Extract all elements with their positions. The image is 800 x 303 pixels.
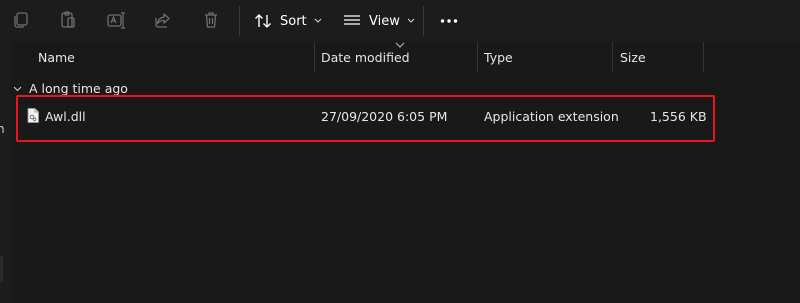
group-header[interactable]: A long time ago [13, 81, 128, 96]
file-size: 1,556 KB [650, 109, 707, 124]
share-icon[interactable] [153, 10, 173, 30]
nav-pane-text-fragment: n [0, 122, 5, 136]
column-header-size[interactable]: Size [620, 50, 646, 65]
nav-pane-scrollbar[interactable] [0, 256, 3, 282]
column-divider[interactable] [314, 42, 315, 72]
toolbar-divider [239, 6, 240, 36]
file-type: Application extension [484, 109, 619, 124]
more-options-button[interactable] [440, 8, 458, 34]
delete-icon[interactable] [201, 10, 221, 30]
navigation-pane-edge: n [0, 42, 11, 303]
column-header-date-modified[interactable]: Date modified [321, 50, 410, 65]
column-divider[interactable] [703, 42, 704, 72]
file-date-modified: 27/09/2020 6:05 PM [321, 109, 448, 124]
chevron-down-icon [407, 18, 415, 23]
view-label: View [369, 13, 400, 29]
sort-button[interactable]: Sort [254, 8, 322, 34]
column-divider[interactable] [477, 42, 478, 72]
rename-icon[interactable] [106, 10, 126, 30]
copy-icon[interactable] [11, 10, 31, 30]
toolbar-divider [423, 6, 424, 36]
chevron-down-icon [13, 86, 22, 91]
group-label: A long time ago [29, 81, 128, 96]
sort-direction-icon [395, 42, 405, 48]
view-list-icon [344, 15, 360, 25]
view-button[interactable]: View [343, 8, 415, 34]
column-header-row: Name Date modified Type Size [11, 42, 800, 72]
sort-icon [255, 14, 271, 28]
paste-icon[interactable] [58, 10, 78, 30]
column-header-name[interactable]: Name [38, 50, 75, 65]
dll-file-icon [27, 108, 39, 123]
command-bar: Sort View [0, 0, 800, 42]
column-divider[interactable] [612, 42, 613, 72]
more-icon [440, 19, 458, 23]
chevron-down-icon [314, 18, 322, 23]
column-header-type[interactable]: Type [484, 50, 513, 65]
file-row[interactable]: Awl.dll 27/09/2020 6:05 PM Application e… [20, 100, 707, 132]
sort-label: Sort [280, 13, 307, 29]
file-name: Awl.dll [45, 109, 86, 124]
